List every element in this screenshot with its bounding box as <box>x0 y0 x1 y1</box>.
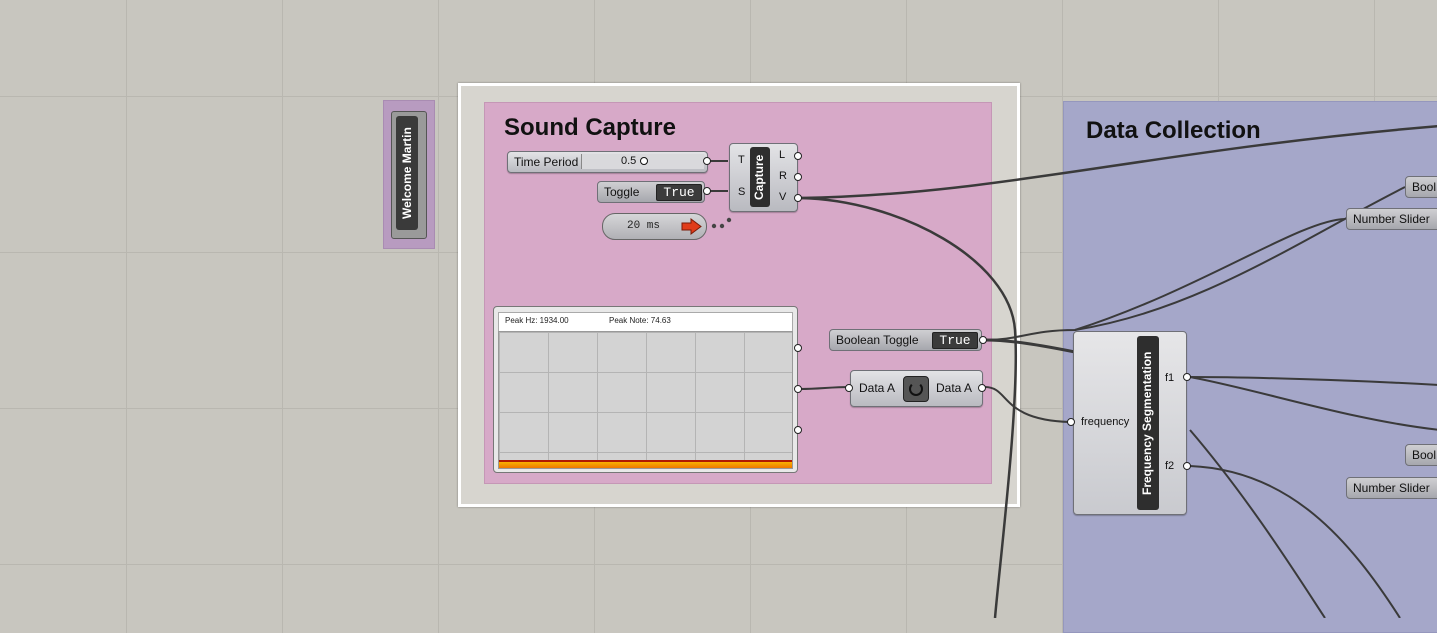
freq-seg-label-box: Frequency Segmentation <box>1137 336 1159 510</box>
bool-component-1[interactable]: Bool <box>1405 176 1437 198</box>
time-period-slider[interactable]: Time Period 0.5 <box>507 151 708 173</box>
wire-f1-1 <box>1189 376 1437 386</box>
capture-port-v[interactable] <box>794 194 802 202</box>
wire-capture-v-to-data-collection <box>799 125 1437 200</box>
slider-grip[interactable] <box>640 157 648 165</box>
spectrum-port-3[interactable] <box>794 426 802 434</box>
spectrum-panel[interactable]: Peak Hz: 1934.00 Peak Note: 74.63 <box>493 306 798 473</box>
spectrum-plot <box>498 331 793 469</box>
time-period-output-port[interactable] <box>703 157 711 165</box>
f1-output-port[interactable] <box>1183 373 1191 381</box>
bool-component-2[interactable]: Bool <box>1405 444 1437 466</box>
peak-hz-label: Peak Hz: 1934.00 <box>505 316 569 325</box>
capture-port-r[interactable] <box>794 173 802 181</box>
spectrum-bars <box>499 460 792 468</box>
capture-output-r: R <box>779 170 787 182</box>
welcome-label: Welcome Martin <box>400 127 414 219</box>
capture-input-s: S <box>738 186 746 198</box>
capture-output-l: L <box>779 149 786 161</box>
f2-output-port[interactable] <box>1183 462 1191 470</box>
data-a-input-label: Data A <box>859 381 896 395</box>
welcome-label-box: Welcome Martin <box>396 116 418 230</box>
capture-label: Capture <box>752 154 766 200</box>
frequency-segmentation-component[interactable]: frequency Frequency Segmentation f1 f2 <box>1073 331 1187 515</box>
data-recorder-icon <box>903 376 929 402</box>
toggle-label: Toggle <box>604 185 640 199</box>
toggle-component[interactable]: Toggle True <box>597 181 705 203</box>
f2-output-label: f2 <box>1165 460 1175 472</box>
boolean-toggle[interactable]: Boolean Toggle True <box>829 329 982 351</box>
bool-label-2: Bool <box>1412 448 1437 462</box>
wire-chart-to-data-a <box>799 386 851 390</box>
wire-seg-down <box>1189 429 1326 618</box>
spectrum-header: Peak Hz: 1934.00 Peak Note: 74.63 <box>498 312 793 332</box>
data-a-output-port[interactable] <box>978 384 986 392</box>
number-slider-1[interactable]: Number Slider <box>1346 208 1437 230</box>
data-a-output-label: Data A <box>936 381 973 395</box>
number-slider-label-2: Number Slider <box>1353 481 1430 495</box>
bool-label-1: Bool <box>1412 180 1437 194</box>
number-slider-2[interactable]: Number Slider <box>1346 477 1437 499</box>
time-period-value: 0.5 <box>621 155 637 167</box>
wire-boolean-to-seg <box>984 338 1076 354</box>
capture-output-v: V <box>779 191 787 203</box>
capture-port-l[interactable] <box>794 152 802 160</box>
toggle-output-port[interactable] <box>703 187 711 195</box>
freq-seg-label: Frequency Segmentation <box>1140 351 1154 495</box>
boolean-toggle-label: Boolean Toggle <box>836 333 919 347</box>
wire-to-slider1 <box>1074 218 1346 331</box>
data-a-input-port[interactable] <box>845 384 853 392</box>
timer-component[interactable]: 20 ms <box>602 213 707 240</box>
spectrum-port-1[interactable] <box>794 344 802 352</box>
wire-f1-2 <box>1189 376 1437 431</box>
f1-output-label: f1 <box>1165 372 1175 384</box>
wire-data-a-to-frequency <box>984 386 1071 423</box>
toggle-value[interactable]: True <box>656 184 702 201</box>
boolean-toggle-value[interactable]: True <box>932 332 978 349</box>
wire-capture-v-down <box>799 196 1018 618</box>
frequency-input-label: frequency <box>1081 416 1130 428</box>
capture-input-t: T <box>738 154 745 166</box>
timer-label: 20 ms <box>627 220 661 232</box>
peak-note-label: Peak Note: 74.63 <box>609 316 671 325</box>
arrow-right-icon <box>681 218 702 235</box>
time-period-label: Time Period <box>514 155 579 169</box>
capture-label-box: Capture <box>750 147 770 207</box>
spectrum-port-2[interactable] <box>794 385 802 393</box>
capture-component[interactable]: T S Capture L R V <box>729 143 798 212</box>
boolean-toggle-output-port[interactable] <box>979 336 987 344</box>
frequency-input-port[interactable] <box>1067 418 1075 426</box>
number-slider-label-1: Number Slider <box>1353 212 1430 226</box>
data-a-component[interactable]: Data A Data A <box>850 370 983 407</box>
wire-boolean-to-bool1 <box>984 186 1406 341</box>
